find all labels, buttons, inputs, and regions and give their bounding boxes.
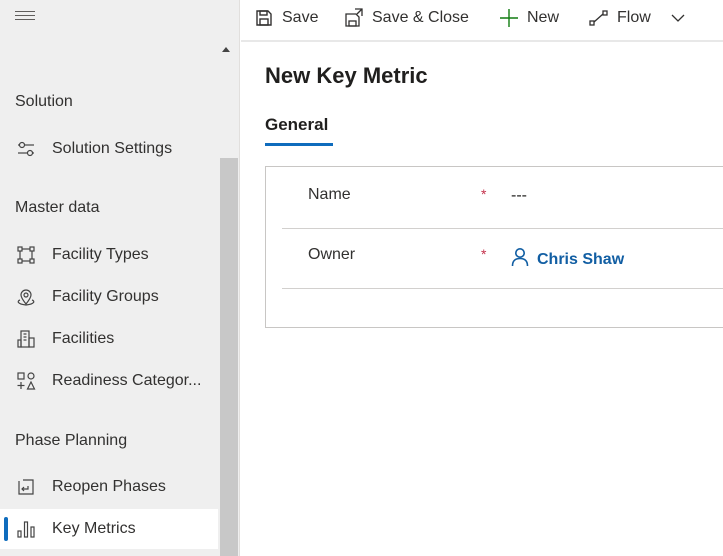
flow-icon [589,8,609,28]
sidebar-item-facilities[interactable]: Facilities [0,319,218,359]
new-button[interactable]: New [499,5,559,31]
field-divider [282,288,723,289]
sidebar-item-label: Key Metrics [52,520,136,537]
field-divider [282,228,723,229]
save-icon [254,8,274,28]
sidebar-item-label: Facility Groups [52,288,159,305]
bar-chart-icon [15,518,37,540]
flow-button[interactable]: Flow [589,5,651,31]
sidebar-item-label: Facility Types [52,246,149,263]
owner-lookup-link[interactable]: Chris Shaw [510,247,624,272]
flow-dropdown-button[interactable] [668,5,688,31]
facility-types-icon [15,244,37,266]
sidebar-item-label: Reopen Phases [52,478,166,495]
scroll-up-arrow-icon[interactable] [222,47,230,52]
person-icon [510,247,530,272]
sidebar-item-label: Facilities [52,330,115,347]
save-button[interactable]: Save [254,5,318,31]
sidebar-item-key-metrics[interactable]: Key Metrics [0,509,218,549]
name-field-label: Name [308,186,351,203]
sidebar-item-reopen-phases[interactable]: Reopen Phases [0,467,218,507]
tab-general[interactable]: General [265,115,328,135]
settings-sliders-icon [15,138,37,160]
owner-name: Chris Shaw [537,250,625,268]
owner-field-label: Owner [308,246,356,263]
owner-required-indicator: * [481,246,487,262]
sidebar-item-facility-types[interactable]: Facility Types [0,235,218,275]
section-title-master-data: Master data [15,199,100,216]
sidebar-item-label: Solution Settings [52,140,173,157]
location-pin-icon [15,286,37,308]
sidebar: Solution Solution Settings Master data F… [0,0,240,556]
save-and-close-button[interactable]: Save & Close [344,5,469,31]
plus-icon [499,8,519,28]
sidebar-scrollbar[interactable] [220,158,238,556]
chevron-down-icon [668,8,688,28]
tab-selected-indicator [265,143,333,146]
sidebar-item-label: Readiness Categor... [52,372,202,389]
section-title-solution: Solution [15,93,73,110]
building-icon [15,328,37,350]
save-close-icon [344,8,364,28]
sidebar-item-readiness-categories[interactable]: Readiness Categor... [0,361,218,401]
reopen-phases-icon [15,476,37,498]
name-required-indicator: * [481,186,487,202]
command-bar: Save Save & Close New Flow [241,0,723,42]
sidebar-item-solution-settings[interactable]: Solution Settings [0,129,218,169]
section-title-phase-planning: Phase Planning [15,432,128,449]
sidebar-item-facility-groups[interactable]: Facility Groups [0,277,218,317]
page-title: New Key Metric [265,63,428,88]
hamburger-menu-icon[interactable] [15,11,35,25]
name-field[interactable]: --- [511,187,527,205]
shapes-icon [15,370,37,392]
